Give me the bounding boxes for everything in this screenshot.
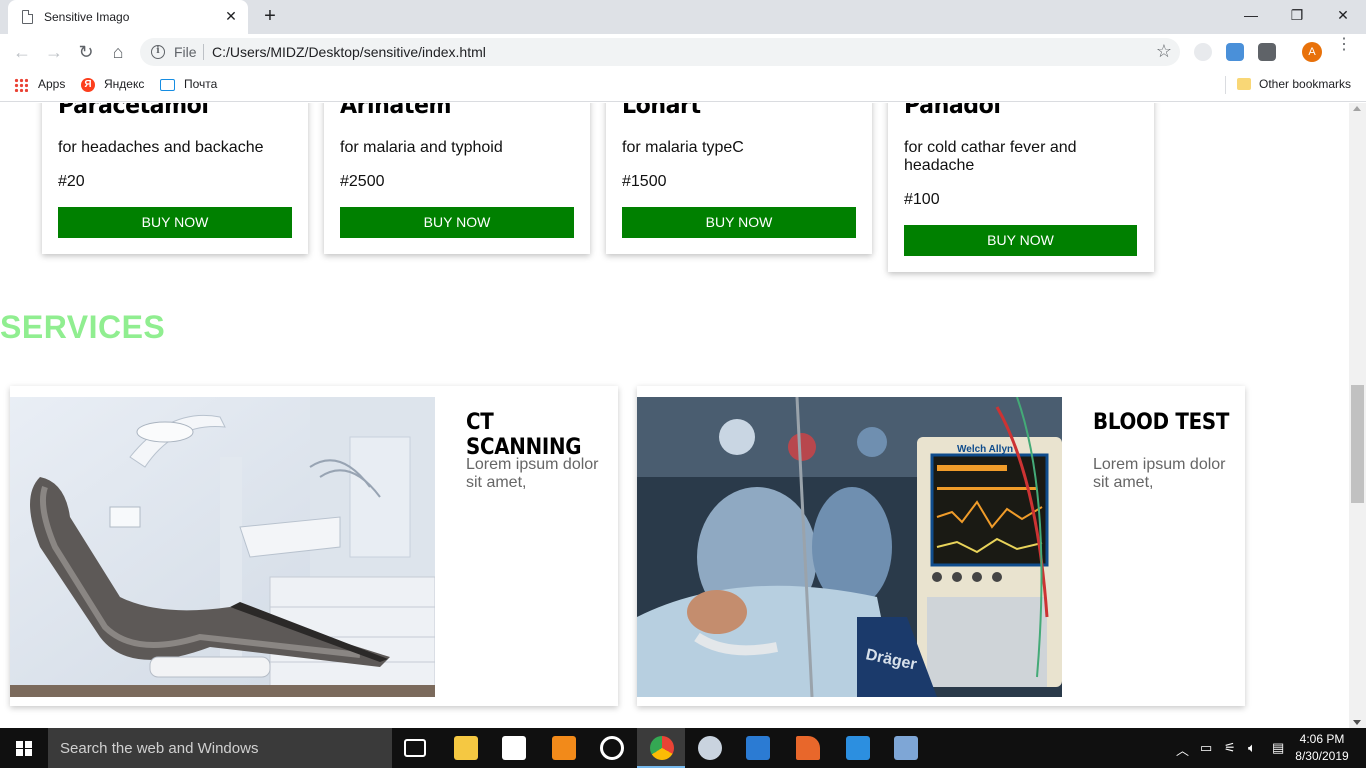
browser-toolbar: ← → ↻ ⌂ i File C:/Users/MIDZ/Desktop/sen… [0,34,1366,70]
back-button[interactable]: ← [8,38,36,66]
tab-title: Sensitive Imago [44,10,130,24]
profile-avatar[interactable]: A [1302,42,1322,62]
product-description: for malaria and typhoid [340,139,503,156]
taskbar-search-placeholder: Search the web and Windows [60,740,259,757]
home-button[interactable]: ⌂ [104,38,132,66]
other-bookmarks[interactable]: Other bookmarks [1259,77,1351,91]
media-app-icon[interactable] [600,736,624,760]
product-name: Arinatem [340,103,452,119]
product-name: Lonart [622,103,701,119]
product-card: Lonart for malaria typeC #1500 BUY NOW [606,103,872,254]
powershell-icon[interactable] [746,736,770,760]
volume-icon[interactable]: 🔈︎ [1248,740,1256,756]
product-price: #100 [904,191,940,208]
matlab-icon[interactable] [796,736,820,760]
menu-icon[interactable]: ⋮ [1336,37,1352,53]
windows-logo-icon [16,741,32,756]
bookmark-apps[interactable]: Apps [38,77,65,91]
buy-now-button[interactable]: BUY NOW [340,207,574,238]
scheme-label: File [174,44,197,60]
scroll-up-icon[interactable] [1353,106,1361,111]
clock-time: 4:06 PM [1299,732,1345,746]
remote-desktop-icon[interactable] [894,736,918,760]
document-icon [22,10,33,24]
vscode-icon[interactable] [846,736,870,760]
product-price: #2500 [340,173,385,190]
minimize-button[interactable]: — [1228,0,1274,30]
service-title: CT SCANNING [466,410,582,460]
close-window-button[interactable]: ✕ [1320,0,1366,30]
product-card: Panadol for cold cathar fever and headac… [888,103,1154,272]
tray-chevron-icon[interactable]: ︿ [1176,740,1189,759]
monitor-brand-text: Welch Allyn [957,444,1013,455]
extension-icon[interactable] [1194,43,1212,61]
bookmarks-bar: Apps Я Яндекс Почта Other bookmarks [0,70,1366,102]
url-text[interactable]: C:/Users/MIDZ/Desktop/sensitive/index.ht… [212,44,486,60]
product-card: Paracetamol for headaches and backache #… [42,103,308,254]
battery-icon[interactable]: ▭ [1200,740,1212,756]
scroll-down-icon[interactable] [1353,720,1361,725]
address-separator [203,44,204,60]
page-viewport: Paracetamol for headaches and backache #… [0,103,1349,728]
tab-strip: Sensitive Imago ✕ + — ❐ ✕ [0,0,1366,34]
bookmarks-separator [1225,76,1226,94]
reload-button[interactable]: ↻ [72,38,100,66]
taskbar-clock[interactable]: 4:06 PM 8/30/2019 [1292,731,1352,765]
start-button[interactable] [0,728,48,768]
extension-icon[interactable] [1258,43,1276,61]
bookmark-yandex[interactable]: Яндекс [104,77,144,91]
service-card: CT SCANNING Lorem ipsum dolor sit amet, [10,386,618,706]
chrome-icon[interactable] [650,736,674,760]
apps-grid-icon [14,78,28,92]
bookmark-mail[interactable]: Почта [184,77,217,91]
task-view-icon[interactable] [404,739,426,757]
page-scrollbar[interactable] [1349,103,1366,728]
extension-icon[interactable] [1226,43,1244,61]
scroll-thumb[interactable] [1351,385,1364,503]
dental-chair-photo [10,397,435,697]
product-card: Arinatem for malaria and typhoid #2500 B… [324,103,590,254]
bookmark-star-icon[interactable]: ☆ [1156,41,1172,62]
buy-now-button[interactable]: BUY NOW [904,225,1137,256]
service-title: BLOOD TEST [1093,410,1230,435]
info-icon[interactable]: i [151,45,165,59]
product-description: for cold cathar fever and headache [904,139,1077,174]
sublime-text-icon[interactable] [552,736,576,760]
close-tab-icon[interactable]: ✕ [222,7,240,25]
buy-now-button[interactable]: BUY NOW [58,207,292,238]
address-bar[interactable]: i File C:/Users/MIDZ/Desktop/sensitive/i… [140,38,1180,66]
taskbar: Search the web and Windows ︿ ▭ ⚟ 🔈︎ ▤ 4:… [0,728,1366,768]
file-explorer-icon[interactable] [454,736,478,760]
hospital-monitor-photo: Welch Allyn Dräger [637,397,1062,697]
product-name: Paracetamol [58,103,209,119]
product-price: #1500 [622,173,667,190]
services-heading: SERVICES [0,309,166,345]
app-icon[interactable] [698,736,722,760]
product-description: for malaria typeC [622,139,744,156]
new-tab-button[interactable]: + [258,5,282,29]
folder-icon [1237,78,1251,90]
notifications-icon[interactable]: ▤ [1272,740,1284,756]
service-text: Lorem ipsum dolor sit amet, [466,456,599,491]
network-icon[interactable]: ⚟ [1224,740,1236,756]
product-description: for headaches and backache [58,139,264,156]
service-card: Welch Allyn Dräger BLOOD TEST Lorem ipsu… [637,386,1245,706]
browser-tab[interactable]: Sensitive Imago ✕ [8,0,248,34]
yandex-icon: Я [81,78,95,92]
store-icon[interactable] [502,736,526,760]
clock-date: 8/30/2019 [1295,749,1349,763]
forward-button[interactable]: → [40,38,68,66]
product-price: #20 [58,173,85,190]
mail-icon [160,79,175,91]
restore-button[interactable]: ❐ [1274,0,1320,30]
service-text: Lorem ipsum dolor sit amet, [1093,456,1226,491]
taskbar-search[interactable]: Search the web and Windows [48,728,392,768]
product-name: Panadol [904,103,1001,119]
buy-now-button[interactable]: BUY NOW [622,207,856,238]
